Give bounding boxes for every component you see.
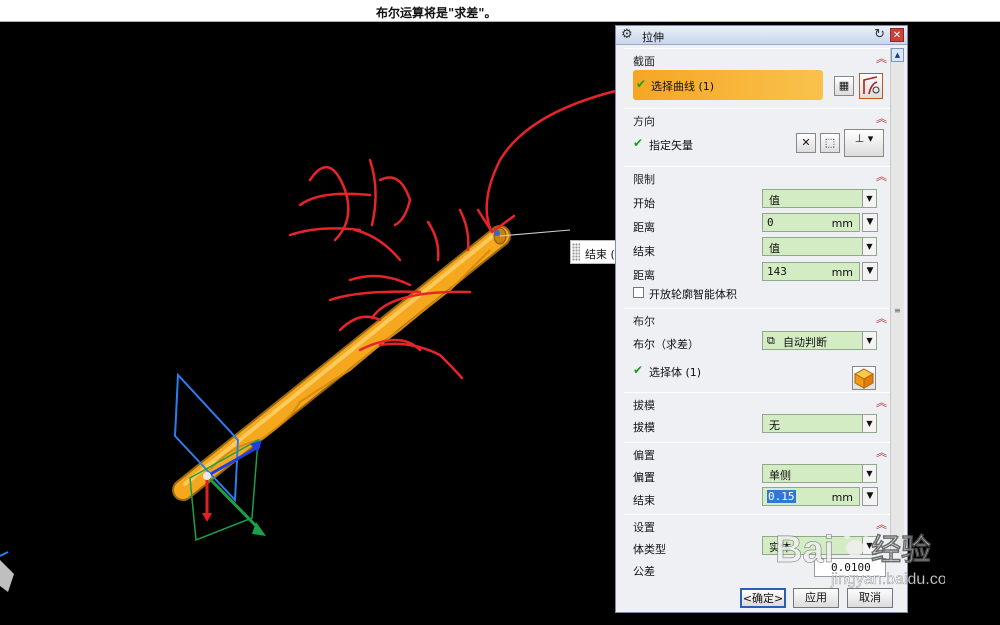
dialog-title: 拉伸 — [642, 31, 664, 44]
select-curve-row[interactable]: ✔ 选择曲线 (1) — [633, 70, 823, 100]
collapse-icon[interactable]: ︽ — [876, 397, 887, 408]
collapse-icon[interactable]: ︽ — [876, 447, 887, 458]
offset-end-label: 结束 — [633, 494, 655, 507]
offset-select[interactable]: 单侧 ▼ — [762, 464, 877, 483]
scroll-up-icon[interactable]: ▲ — [891, 48, 904, 62]
open-profile-label: 开放轮廓智能体积 — [649, 288, 737, 301]
limits-panel: 限制 ︽ 开始 值 ▼ 距离 0 mm ▼ 结束 值 ▼ 距离 143 mm ▼… — [624, 166, 896, 316]
chevron-down-icon[interactable]: ▼ — [862, 332, 876, 349]
check-icon: ✔ — [636, 77, 647, 91]
offset-end-value: 0.15 — [767, 490, 796, 503]
red-annotation-scribbles — [288, 86, 630, 380]
start-type-select[interactable]: 值 ▼ — [762, 189, 877, 208]
end-label: 结束 — [633, 245, 655, 258]
curve-rule-icon[interactable] — [859, 73, 883, 99]
open-profile-checkbox[interactable] — [633, 287, 644, 298]
tolerance-label: 公差 — [633, 565, 655, 578]
extrude-cylinder[interactable] — [172, 225, 511, 501]
arrow-down-icon[interactable]: ▼ — [862, 213, 878, 232]
dialog-titlebar[interactable]: ⚙ 拉伸 ↻ ✕ — [616, 26, 907, 45]
arrow-down-icon[interactable]: ▼ — [862, 262, 878, 281]
offset-header: 偏置 — [633, 449, 655, 462]
unit-label: mm — [831, 217, 853, 230]
unit-label: mm — [831, 491, 853, 504]
collapse-icon[interactable]: ︽ — [876, 53, 887, 64]
end-type-value: 值 — [769, 242, 780, 255]
arrow-down-icon[interactable]: ▼ — [862, 487, 878, 506]
paw-icon — [844, 529, 869, 556]
start-distance-label: 距离 — [633, 221, 655, 234]
sketch-icon[interactable]: ▦ — [834, 76, 854, 96]
vector-dialog-icon[interactable]: ⬚ — [820, 133, 840, 153]
reverse-direction-icon[interactable]: ✕ — [796, 133, 816, 153]
gear-icon[interactable]: ⚙ — [621, 27, 633, 42]
draft-value: 无 — [769, 419, 780, 432]
end-distance-label: 距离 — [633, 269, 655, 282]
dialog-buttons: <确定> 应用 取消 — [616, 584, 907, 612]
draft-panel: 拔模 ︽ 拔模 无 ▼ — [624, 392, 896, 436]
collapse-icon[interactable]: ︽ — [876, 313, 887, 324]
select-body-label: 选择体 (1) — [649, 366, 702, 379]
chevron-down-icon[interactable]: ▼ — [862, 465, 876, 482]
offset-panel: 偏置 ︽ 偏置 单侧 ▼ 结束 0.15 mm ▼ — [624, 442, 896, 512]
dialog-scrollbar[interactable]: ▲ ≡ — [890, 48, 904, 554]
callout-label: 结束 ( — [585, 248, 615, 261]
scroll-grip-icon[interactable]: ≡ — [894, 306, 901, 315]
check-icon: ✔ — [633, 363, 644, 377]
section-header: 截面 — [633, 55, 655, 68]
boolean-header: 布尔 — [633, 315, 655, 328]
boolean-op-icon: ⧉ — [767, 334, 775, 347]
start-label: 开始 — [633, 197, 655, 210]
select-curve-label: 选择曲线 (1) — [651, 80, 715, 93]
check-icon: ✔ — [633, 136, 644, 150]
offset-label: 偏置 — [633, 471, 655, 484]
direction-panel: 方向 ︽ ✔ 指定矢量 ✕ ⬚ ⊥ ▾ — [624, 108, 896, 164]
corner-triad — [0, 551, 14, 592]
collapse-icon[interactable]: ︽ — [876, 171, 887, 182]
limits-header: 限制 — [633, 173, 655, 186]
chevron-down-icon[interactable]: ▼ — [862, 190, 876, 207]
boolean-value: 自动判断 — [783, 336, 827, 349]
solid-body-icon[interactable] — [852, 366, 876, 390]
draft-select[interactable]: 无 ▼ — [762, 414, 877, 433]
start-distance-input[interactable]: 0 mm — [762, 213, 860, 232]
offset-end-input[interactable]: 0.15 mm — [762, 487, 860, 506]
draft-header: 拔模 — [633, 399, 655, 412]
offset-value: 单侧 — [769, 469, 791, 482]
chevron-down-icon[interactable]: ▼ — [862, 415, 876, 432]
draft-label: 拔模 — [633, 421, 655, 434]
reset-icon[interactable]: ↻ — [874, 27, 885, 42]
apply-button[interactable]: 应用 — [793, 588, 839, 608]
start-distance-value: 0 — [767, 216, 774, 229]
boolean-select[interactable]: 自动判断 ⧉ ▼ — [762, 331, 877, 350]
specify-vector-label: 指定矢量 — [649, 139, 693, 152]
settings-header: 设置 — [633, 521, 655, 534]
chevron-down-icon[interactable]: ▼ — [862, 238, 876, 255]
baidu-watermark: Bai 经验 jingyan.baidu.com — [773, 518, 960, 588]
watermark-url: jingyan.baidu.com — [830, 571, 945, 588]
boolean-label: 布尔（求差） — [633, 338, 699, 351]
collapse-icon[interactable]: ︽ — [876, 113, 887, 124]
ok-button[interactable]: <确定> — [740, 588, 786, 608]
vector-dropdown-icon[interactable]: ⊥ ▾ — [844, 129, 884, 157]
body-type-label: 体类型 — [633, 543, 666, 556]
status-bar: 布尔运算将是"求差"。 — [0, 0, 1000, 22]
status-message: 布尔运算将是"求差"。 — [376, 6, 497, 20]
close-button[interactable]: ✕ — [890, 28, 904, 42]
cancel-button[interactable]: 取消 — [847, 588, 893, 608]
watermark-brand: Bai — [775, 529, 834, 571]
direction-header: 方向 — [633, 115, 655, 128]
end-distance-callout[interactable]: 结束 ( — [570, 240, 616, 264]
end-type-select[interactable]: 值 ▼ — [762, 237, 877, 256]
start-type-value: 值 — [769, 194, 780, 207]
watermark-suffix: 经验 — [871, 533, 931, 568]
end-distance-value: 143 — [767, 265, 787, 278]
end-distance-input[interactable]: 143 mm — [762, 262, 860, 281]
unit-label: mm — [831, 266, 853, 279]
callout-drag-handle[interactable] — [572, 243, 580, 261]
